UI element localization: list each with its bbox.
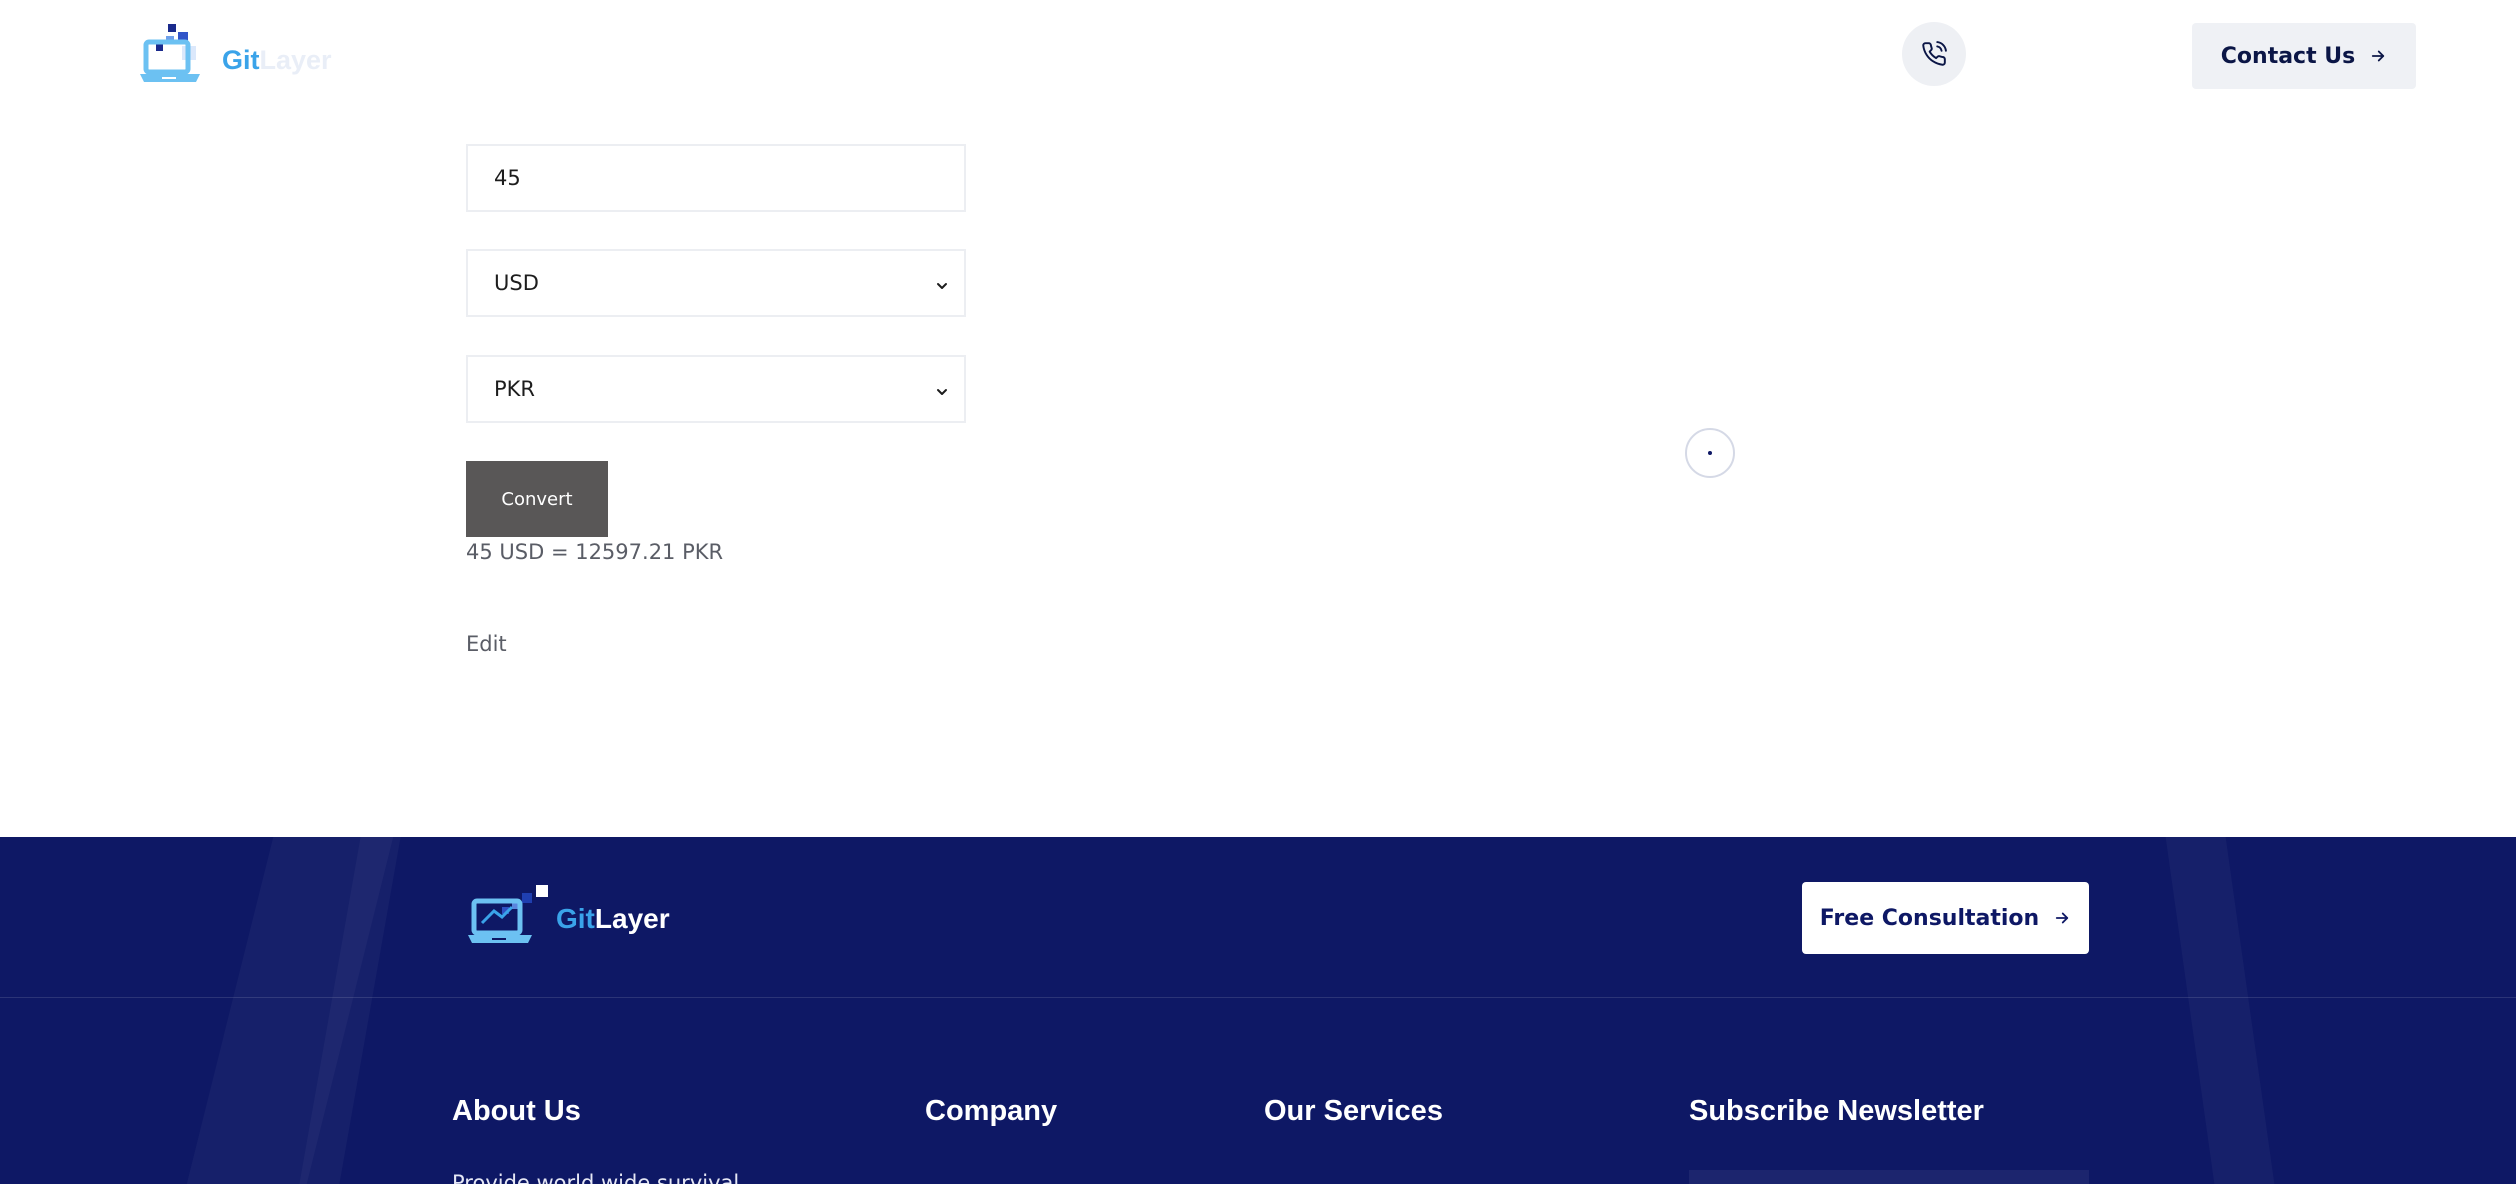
free-consultation-button[interactable]: Free Consultation: [1802, 882, 2089, 954]
free-consultation-label: Free Consultation: [1819, 905, 2040, 931]
site-footer: GitLayer Free Consultation About Us Comp…: [0, 837, 2516, 1184]
footer-bg-streak: [2166, 837, 2275, 1184]
page: GitLayer Contact Us 45 USD PKR Convert 4…: [0, 0, 2516, 1184]
edit-link[interactable]: Edit: [466, 632, 507, 656]
convert-button[interactable]: Convert: [466, 461, 608, 537]
subscribe-newsletter-heading: Subscribe Newsletter: [1689, 1095, 1984, 1127]
footer-logo-git: Git: [556, 903, 595, 934]
arrow-right-icon: [2053, 909, 2071, 927]
footer-logo-layer: Layer: [594, 903, 670, 934]
spinner-dot: [1708, 451, 1712, 455]
to-currency-value: PKR: [494, 377, 536, 401]
phone-button[interactable]: [1902, 22, 1966, 86]
site-header: GitLayer Contact Us: [0, 0, 2516, 110]
footer-divider: [0, 997, 2516, 998]
phone-icon: [1922, 41, 1947, 66]
from-currency-value: USD: [494, 271, 539, 295]
logo-text-layer: Layer: [259, 45, 332, 75]
about-us-text: Provide world wide survival: [452, 1171, 740, 1184]
amount-value: 45: [494, 166, 521, 190]
newsletter-email-input[interactable]: [1689, 1170, 2089, 1184]
amount-input[interactable]: 45: [466, 144, 966, 212]
footer-logo[interactable]: GitLayer: [466, 883, 670, 949]
logo-text-git: Git: [222, 45, 260, 75]
loading-spinner-icon: [1685, 428, 1735, 478]
arrow-right-icon: [2369, 47, 2387, 65]
contact-us-button[interactable]: Contact Us: [2192, 23, 2416, 89]
chevron-down-icon: [934, 275, 950, 299]
company-heading: Company: [925, 1095, 1058, 1127]
from-currency-select[interactable]: USD: [466, 249, 966, 317]
conversion-result: 45 USD = 12597.21 PKR: [466, 540, 724, 564]
about-us-heading: About Us: [452, 1095, 581, 1127]
chevron-down-icon: [934, 381, 950, 405]
to-currency-select[interactable]: PKR: [466, 355, 966, 423]
our-services-heading: Our Services: [1264, 1095, 1443, 1127]
site-logo[interactable]: GitLayer: [138, 22, 332, 88]
logo-laptop-icon: [140, 24, 200, 82]
contact-us-label: Contact Us: [2220, 43, 2356, 69]
logo-laptop-icon: [468, 885, 548, 943]
